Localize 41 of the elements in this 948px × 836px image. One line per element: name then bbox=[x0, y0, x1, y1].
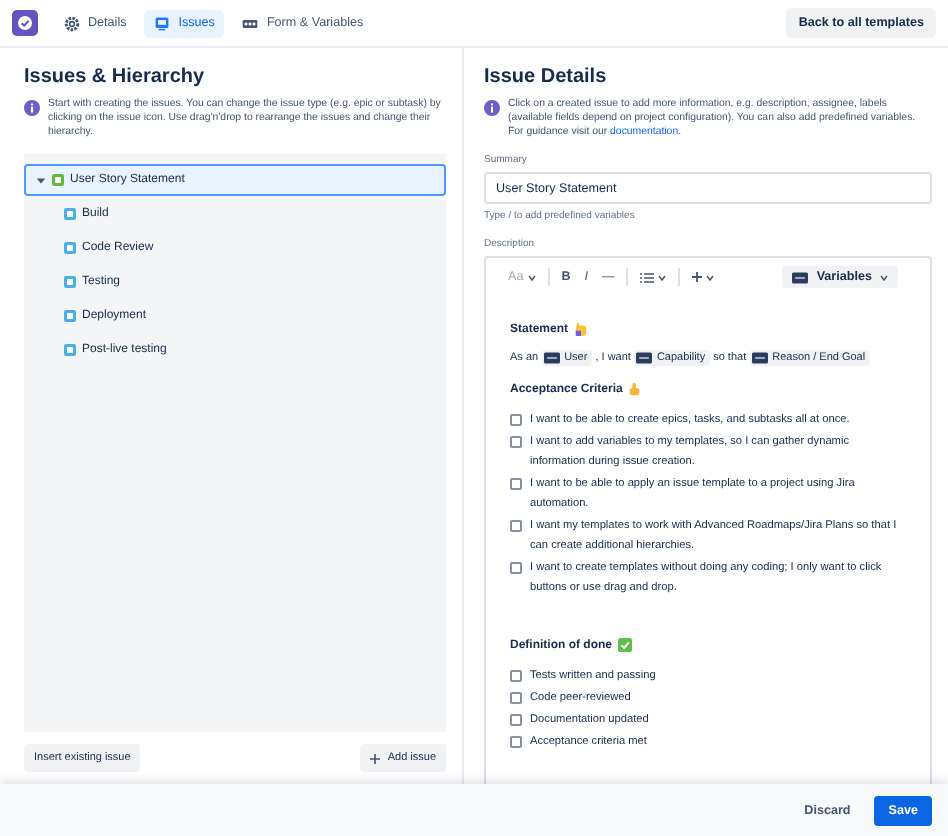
checkbox[interactable] bbox=[510, 736, 522, 748]
variable-icon bbox=[752, 352, 769, 364]
chevron-icon[interactable] bbox=[36, 175, 46, 185]
list-button[interactable] bbox=[638, 271, 669, 283]
issue-type-icon[interactable] bbox=[64, 208, 76, 220]
issue-type-icon[interactable] bbox=[64, 344, 76, 356]
variable-icon bbox=[792, 271, 809, 283]
panel-title: Issues & Hierarchy bbox=[24, 66, 207, 88]
caret-icon bbox=[880, 273, 888, 281]
issue-type-icon[interactable] bbox=[64, 276, 76, 288]
plus-icon bbox=[692, 272, 703, 282]
checkbox[interactable] bbox=[510, 520, 522, 532]
checkbox[interactable] bbox=[510, 436, 522, 448]
gear-icon bbox=[64, 15, 80, 31]
variable-icon bbox=[544, 352, 561, 364]
caret-icon bbox=[527, 273, 536, 281]
checkbox[interactable] bbox=[510, 714, 522, 726]
description-editor[interactable] bbox=[484, 256, 932, 784]
app-logo[interactable] bbox=[12, 10, 38, 36]
plus-icon bbox=[369, 753, 380, 763]
insert-button[interactable] bbox=[690, 272, 717, 282]
checkbox[interactable] bbox=[510, 670, 522, 682]
check-mark-icon bbox=[618, 638, 632, 652]
info-icon bbox=[484, 100, 500, 116]
form-icon bbox=[242, 15, 259, 31]
issue-type-icon[interactable] bbox=[64, 310, 76, 322]
info-icon bbox=[24, 100, 40, 116]
list-icon bbox=[640, 271, 655, 283]
issue-type-icon[interactable] bbox=[52, 174, 64, 186]
variable-icon bbox=[636, 352, 653, 364]
hand-icon bbox=[574, 322, 589, 336]
checkbox[interactable] bbox=[510, 562, 522, 574]
panel-title: Issue Details bbox=[484, 66, 609, 88]
caret-icon bbox=[658, 273, 667, 281]
issue-type-icon[interactable] bbox=[64, 242, 76, 254]
checkbox[interactable] bbox=[510, 414, 522, 426]
thumbs-up-icon bbox=[628, 382, 643, 396]
board-icon bbox=[154, 15, 171, 31]
checkbox[interactable] bbox=[510, 478, 522, 490]
caret-icon bbox=[706, 273, 715, 281]
checkbox[interactable] bbox=[510, 692, 522, 704]
